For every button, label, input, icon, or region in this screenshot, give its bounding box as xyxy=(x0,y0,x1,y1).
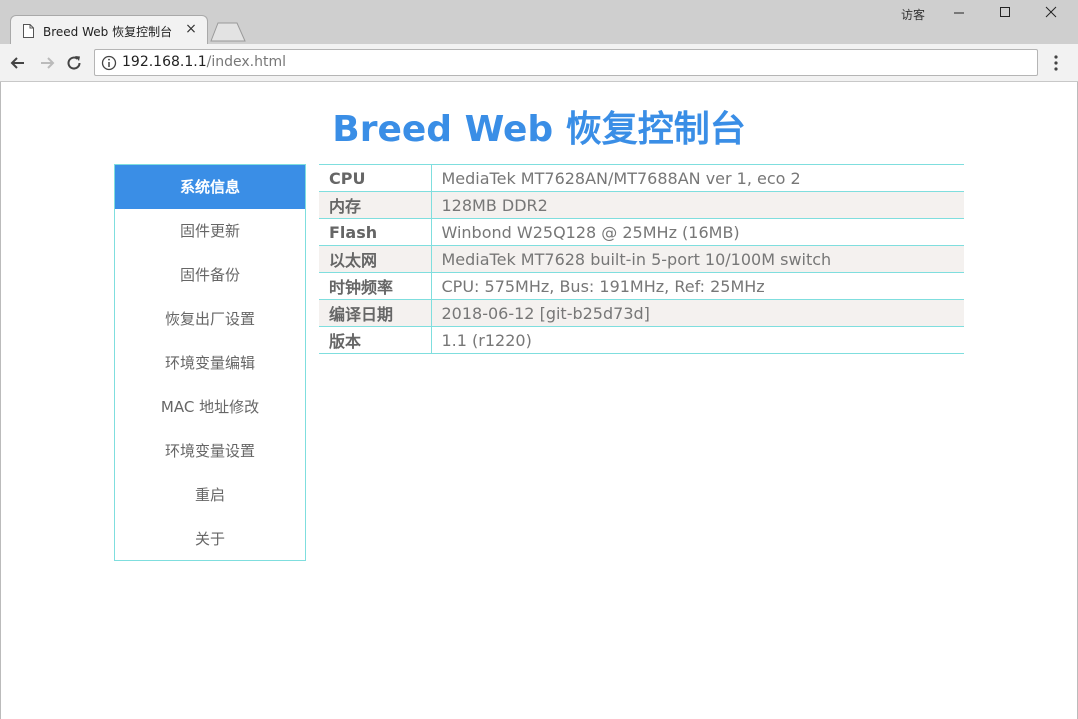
sidebar-item-env-settings[interactable]: 环境变量设置 xyxy=(115,429,305,473)
new-tab-button[interactable] xyxy=(210,22,246,42)
sidebar-item-env-edit[interactable]: 环境变量编辑 xyxy=(115,341,305,385)
close-tab-icon[interactable]: × xyxy=(184,21,198,37)
browser-toolbar: 192.168.1.1/index.html xyxy=(0,44,1078,82)
table-row: Flash Winbond W25Q128 @ 25MHz (16MB) xyxy=(319,218,964,246)
back-arrow-icon[interactable] xyxy=(8,53,28,73)
system-info-table: CPU MediaTek MT7628AN/MT7688AN ver 1, ec… xyxy=(319,164,964,354)
forward-arrow-icon[interactable] xyxy=(37,53,57,73)
page-content: Breed Web 恢复控制台 系统信息 固件更新 固件备份 恢复出厂设置 环境… xyxy=(0,82,1078,719)
info-value: 2018-06-12 [git-b25d73d] xyxy=(431,299,964,327)
url-text: 192.168.1.1/index.html xyxy=(122,54,286,70)
info-value: MediaTek MT7628AN/MT7688AN ver 1, eco 2 xyxy=(431,164,964,192)
table-row: 版本 1.1 (r1220) xyxy=(319,326,964,354)
browser-menu-icon[interactable] xyxy=(1048,53,1064,73)
address-bar[interactable]: 192.168.1.1/index.html xyxy=(94,49,1038,76)
sidebar-item-factory-reset[interactable]: 恢复出厂设置 xyxy=(115,297,305,341)
url-path: /index.html xyxy=(206,54,286,70)
info-icon[interactable] xyxy=(101,55,117,71)
table-row: 编译日期 2018-06-12 [git-b25d73d] xyxy=(319,299,964,327)
info-key: 编译日期 xyxy=(319,299,432,327)
info-value: 1.1 (r1220) xyxy=(431,326,964,354)
info-key: Flash xyxy=(319,218,432,246)
info-key: 内存 xyxy=(319,191,432,219)
browser-tab[interactable]: Breed Web 恢复控制台 × xyxy=(10,15,208,45)
tab-title: Breed Web 恢复控制台 xyxy=(43,25,173,39)
sidebar-item-firmware-update[interactable]: 固件更新 xyxy=(115,209,305,253)
guest-profile-label[interactable]: 访客 xyxy=(901,6,925,23)
info-value: Winbond W25Q128 @ 25MHz (16MB) xyxy=(431,218,964,246)
sidebar-item-mac-address[interactable]: MAC 地址修改 xyxy=(115,385,305,429)
page-icon xyxy=(23,24,34,38)
info-key: 以太网 xyxy=(319,245,432,273)
table-row: CPU MediaTek MT7628AN/MT7688AN ver 1, ec… xyxy=(319,164,964,192)
reload-icon[interactable] xyxy=(64,53,84,73)
sidebar-item-system-info[interactable]: 系统信息 xyxy=(115,165,305,209)
table-row: 内存 128MB DDR2 xyxy=(319,191,964,219)
close-window-icon[interactable] xyxy=(1028,0,1074,26)
sidebar-item-reboot[interactable]: 重启 xyxy=(115,473,305,517)
info-value: 128MB DDR2 xyxy=(431,191,964,219)
info-key: 时钟频率 xyxy=(319,272,432,300)
info-key: 版本 xyxy=(319,326,432,354)
sidebar-item-firmware-backup[interactable]: 固件备份 xyxy=(115,253,305,297)
info-value: CPU: 575MHz, Bus: 191MHz, Ref: 25MHz xyxy=(431,272,964,300)
table-row: 以太网 MediaTek MT7628 built-in 5-port 10/1… xyxy=(319,245,964,273)
page-title: Breed Web 恢复控制台 xyxy=(332,109,746,150)
table-row: 时钟频率 CPU: 575MHz, Bus: 191MHz, Ref: 25MH… xyxy=(319,272,964,300)
sidebar-menu: 系统信息 固件更新 固件备份 恢复出厂设置 环境变量编辑 MAC 地址修改 环境… xyxy=(114,164,306,561)
sidebar-item-about[interactable]: 关于 xyxy=(115,517,305,561)
info-value: MediaTek MT7628 built-in 5-port 10/100M … xyxy=(431,245,964,273)
maximize-icon[interactable] xyxy=(982,0,1028,26)
browser-titlebar: Breed Web 恢复控制台 × 访客 xyxy=(0,0,1078,45)
minimize-icon[interactable] xyxy=(936,0,982,26)
info-key: CPU xyxy=(319,164,432,192)
url-host: 192.168.1.1 xyxy=(122,54,207,70)
